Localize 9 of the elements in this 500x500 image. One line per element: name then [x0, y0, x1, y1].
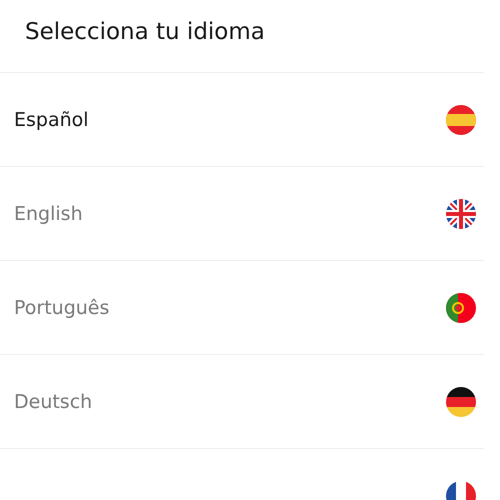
language-option[interactable]: Deutsch	[0, 355, 484, 449]
flag-icon	[446, 292, 476, 322]
language-option[interactable]: Español	[0, 73, 484, 167]
flag-icon	[446, 386, 476, 416]
flag-icon	[446, 198, 476, 228]
language-option[interactable]: Português	[0, 261, 484, 355]
language-option[interactable]: English	[0, 167, 484, 261]
flag-icon	[446, 104, 476, 134]
screen-title: Selecciona tu idioma	[25, 19, 265, 45]
